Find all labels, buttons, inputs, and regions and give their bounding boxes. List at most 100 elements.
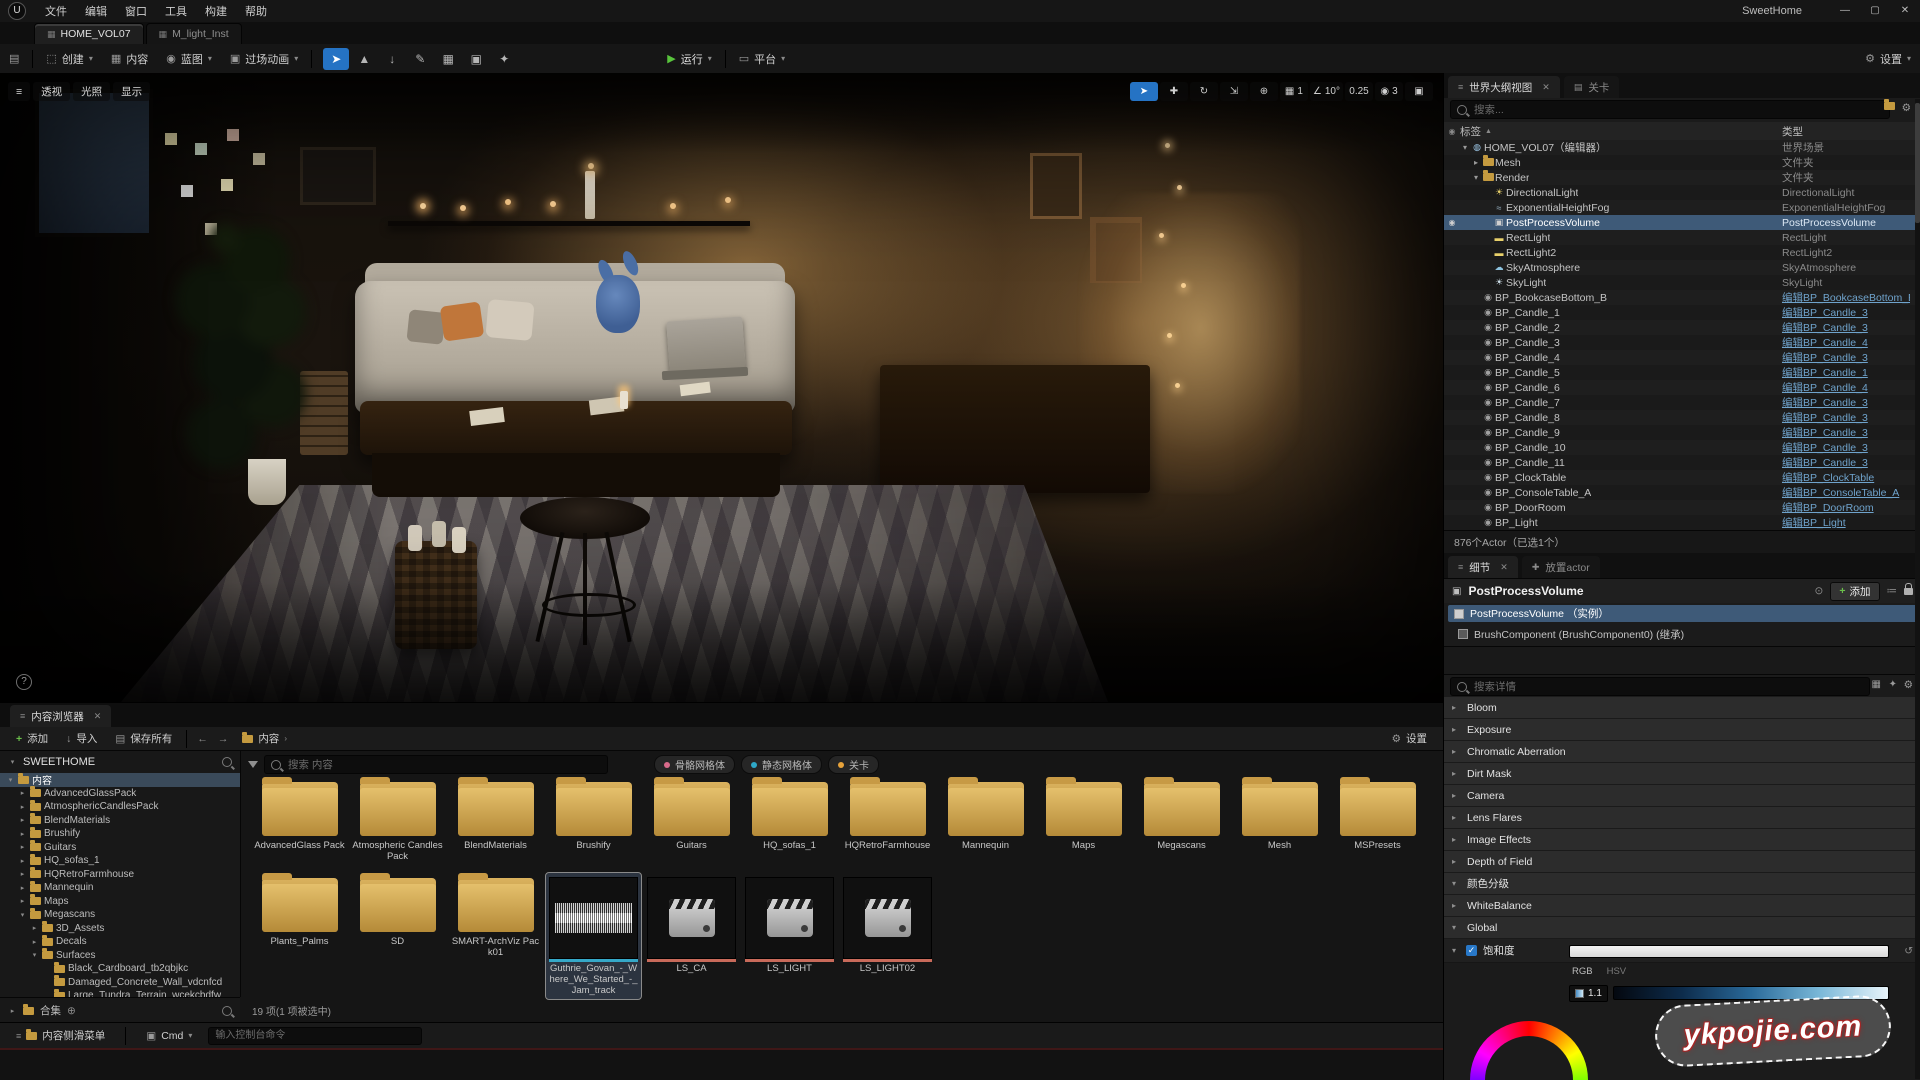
info-circle-icon[interactable]: ⊙ [1815, 585, 1824, 597]
chevron-right-icon[interactable]: ▸ [18, 816, 27, 824]
chevron-right-icon[interactable]: ▸ [1452, 703, 1460, 712]
tab-place-actors[interactable]: ✚放置actor [1522, 556, 1600, 578]
details-display-icon[interactable]: ▦ [1872, 679, 1881, 690]
outliner-row[interactable]: ◉BP_Candle_5编辑BP_Candle_1 [1444, 365, 1920, 380]
search-icon[interactable] [222, 757, 232, 767]
scrollbar-thumb[interactable] [1915, 103, 1920, 223]
back-icon[interactable]: ← [193, 733, 212, 745]
edit-blueprint-link[interactable]: 编辑BP_Candle_3 [1782, 455, 1910, 470]
add-collection-icon[interactable]: ⊕ [67, 1005, 76, 1017]
grid-snap-button[interactable]: ▦1 [1280, 82, 1308, 101]
close-icon[interactable]: ✕ [1500, 562, 1508, 573]
chevron-right-icon[interactable]: ▸ [1452, 769, 1460, 778]
details-options-icon[interactable]: ≔ [1887, 585, 1898, 597]
folder-tree-item[interactable]: Black_Cardboard_tb2qbjkc [0, 962, 240, 976]
folder-tree-item[interactable]: ▸Decals [0, 935, 240, 949]
sequence-asset-tile[interactable]: LS_LIGHT [742, 873, 837, 999]
folder-asset-tile[interactable]: Megascans [1134, 777, 1229, 864]
menu-item[interactable]: 帮助 [236, 3, 276, 19]
document-tab[interactable]: ▦M_light_Inst [146, 23, 242, 44]
chevron-down-icon[interactable]: ▾ [1452, 923, 1460, 932]
modeling-mode-button[interactable]: ▦ [435, 48, 461, 70]
outliner-settings-icon[interactable]: ⚙ [1902, 102, 1911, 114]
sources-header[interactable]: ▾ SWEETHOME [0, 751, 240, 773]
chevron-right-icon[interactable]: ▸ [18, 789, 27, 797]
details-category-row[interactable]: ▸Dirt Mask [1444, 763, 1920, 785]
hsv-tab[interactable]: HSV [1607, 966, 1627, 977]
maximize-button[interactable]: ▢ [1860, 0, 1890, 22]
sequence-asset-tile[interactable]: LS_LIGHT02 [840, 873, 935, 999]
component-row[interactable]: BrushComponent (BrushComponent0) (继承) [1448, 625, 1917, 643]
chevron-down-icon[interactable]: ▾ [6, 776, 15, 784]
outliner-row[interactable]: ▬RectLight2RectLight2 [1444, 245, 1920, 260]
folder-asset-tile[interactable]: SD [350, 873, 445, 999]
details-category-row[interactable]: ▸Bloom [1444, 697, 1920, 719]
folder-asset-tile[interactable]: SMART-ArchViz Pack01 [448, 873, 543, 999]
folder-tree-item[interactable]: ▸Maps [0, 895, 240, 909]
content-drawer-button[interactable]: ≡内容侧滑菜单 [8, 1025, 113, 1047]
cb-save-all-button[interactable]: ▤保存所有 [107, 728, 180, 750]
cb-settings-button[interactable]: ⚙设置 [1384, 728, 1435, 750]
show-flags-button[interactable]: 显示 [113, 82, 150, 101]
folder-asset-tile[interactable]: Brushify [546, 777, 641, 864]
outliner-row[interactable]: ▬RectLightRectLight [1444, 230, 1920, 245]
details-settings-icon[interactable]: ⚙ [1904, 679, 1913, 691]
folder-tree-item[interactable]: ▸BlendMaterials [0, 814, 240, 828]
folder-tree-item[interactable]: ▸HQRetroFarmhouse [0, 868, 240, 882]
save-button[interactable]: ▤ [0, 44, 28, 73]
settings-button[interactable]: ⚙设置▾ [1856, 44, 1920, 73]
outliner-row[interactable]: ▾◍HOME_VOL07（编辑器）世界场景 [1444, 140, 1920, 155]
chevron-right-icon[interactable]: ▸ [18, 897, 27, 905]
chevron-right-icon[interactable]: ▸ [1452, 901, 1460, 910]
cmd-button[interactable]: ▣Cmd▾ [138, 1025, 200, 1047]
chevron-right-icon[interactable]: ▸ [18, 870, 27, 878]
rotation-snap-button[interactable]: ∠10° [1310, 82, 1343, 101]
chevron-right-icon[interactable]: ▸ [18, 843, 27, 851]
chevron-right-icon[interactable]: ▸ [1452, 725, 1460, 734]
details-category-row[interactable]: ▸Camera [1444, 785, 1920, 807]
outliner-row[interactable]: ≈ExponentialHeightFogExponentialHeightFo… [1444, 200, 1920, 215]
outliner-row[interactable]: ◉BP_Candle_4编辑BP_Candle_3 [1444, 350, 1920, 365]
tab-details[interactable]: ≡细节✕ [1448, 556, 1518, 578]
chevron-right-icon[interactable]: ▸ [1452, 813, 1460, 822]
outliner-row[interactable]: ☀DirectionalLightDirectionalLight [1444, 185, 1920, 200]
instance-row[interactable]: PostProcessVolume （实例） [1448, 605, 1917, 622]
folder-asset-tile[interactable]: AdvancedGlass Pack [252, 777, 347, 864]
console-command-input[interactable] [208, 1027, 422, 1045]
menu-item[interactable]: 窗口 [116, 3, 156, 19]
eye-icon[interactable]: ◉ [1444, 218, 1460, 227]
folder-asset-tile[interactable]: MSPresets [1330, 777, 1425, 864]
camera-speed-button[interactable]: ◉3 [1375, 82, 1403, 101]
menu-item[interactable]: 编辑 [76, 3, 116, 19]
details-category-row[interactable]: ▾Global [1444, 917, 1920, 939]
rgb-tab[interactable]: RGB [1572, 966, 1593, 977]
cb-add-button[interactable]: +添加 [8, 728, 56, 750]
chevron-down-icon[interactable]: ▾ [1471, 173, 1481, 182]
search-icon[interactable] [222, 1006, 232, 1016]
create-button[interactable]: ⬚创建▾ [37, 44, 101, 73]
select-tool-button[interactable]: ➤ [1130, 82, 1158, 101]
edit-blueprint-link[interactable]: 编辑BP_BookcaseBottom_B [1782, 290, 1910, 305]
right-panel-scrollbar[interactable] [1915, 99, 1920, 1079]
viewport-layout-button[interactable]: ▣ [1405, 82, 1433, 101]
filter-funnel-icon[interactable] [248, 761, 258, 768]
folder-asset-tile[interactable]: Maps [1036, 777, 1131, 864]
unreal-logo-icon[interactable]: U [8, 2, 26, 20]
folder-asset-tile[interactable]: Atmospheric CandlesPack [350, 777, 445, 864]
reset-icon[interactable]: ↺ [1904, 945, 1913, 957]
chevron-down-icon[interactable]: ▾ [1452, 879, 1460, 888]
edit-blueprint-link[interactable]: 编辑BP_Light [1782, 515, 1910, 530]
cinematics-button[interactable]: ▣过场动画▾ [221, 44, 307, 73]
folder-tree-item[interactable]: ▸AdvancedGlassPack [0, 787, 240, 801]
select-cursor-mode-button[interactable]: ➤ [323, 48, 349, 70]
menu-item[interactable]: 文件 [36, 3, 76, 19]
outliner-row[interactable]: ☁SkyAtmosphereSkyAtmosphere [1444, 260, 1920, 275]
edit-blueprint-link[interactable]: 编辑BP_Candle_3 [1782, 410, 1910, 425]
world-space-button[interactable]: ⊕ [1250, 82, 1278, 101]
outliner-row[interactable]: ◉BP_Candle_8编辑BP_Candle_3 [1444, 410, 1920, 425]
outliner-row[interactable]: ◉BP_ClockTable编辑BP_ClockTable [1444, 470, 1920, 485]
filter-chip[interactable]: 静态网格体 [741, 755, 822, 774]
chevron-right-icon[interactable]: ▸ [1452, 747, 1460, 756]
chevron-right-icon[interactable]: ▸ [1452, 857, 1460, 866]
color-wheel[interactable] [1470, 1021, 1588, 1080]
